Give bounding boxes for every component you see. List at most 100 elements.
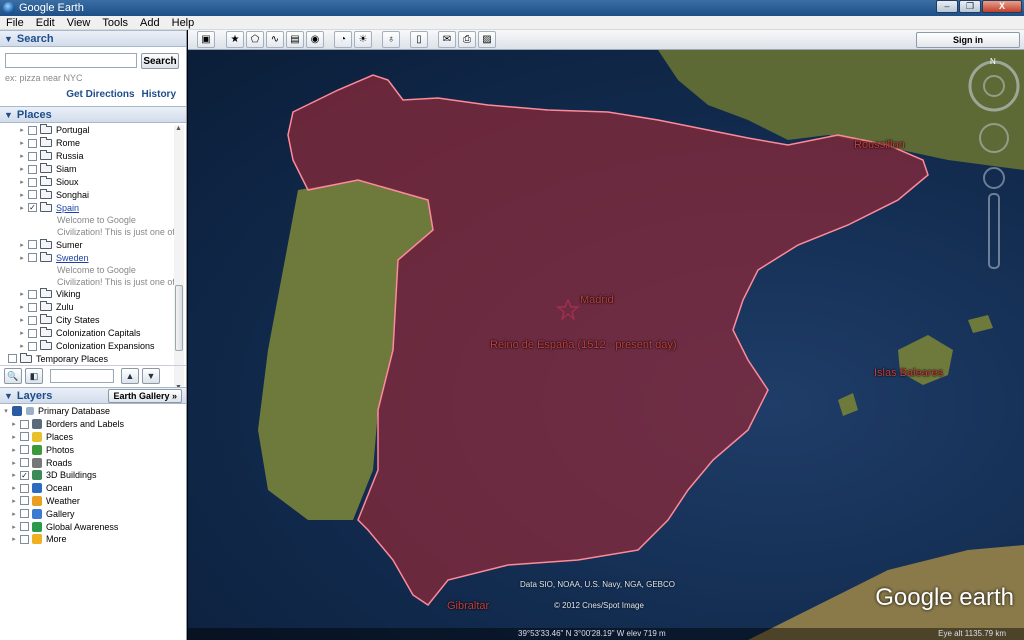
- earth-gallery-button[interactable]: Earth Gallery »: [108, 389, 182, 403]
- expand-icon[interactable]: ▸: [18, 191, 26, 199]
- place-item[interactable]: ▸ Russia: [0, 150, 186, 163]
- sunlight-icon[interactable]: ☀: [354, 31, 372, 48]
- layer-item[interactable]: ▸ Borders and Labels: [0, 418, 186, 431]
- expand-icon[interactable]: ▸: [18, 152, 26, 160]
- place-item[interactable]: ▸ Sioux: [0, 176, 186, 189]
- place-item[interactable]: ▸ ✓ Spain: [0, 201, 186, 214]
- expand-icon[interactable]: ▸: [18, 329, 26, 337]
- expand-icon[interactable]: ▸: [18, 126, 26, 134]
- expand-icon[interactable]: ▸: [10, 497, 18, 505]
- historical-imagery-icon[interactable]: ◔: [334, 31, 352, 48]
- place-item[interactable]: ▸ City States: [0, 314, 186, 327]
- place-item[interactable]: ▸ Sumer: [0, 238, 186, 251]
- temporary-places-label[interactable]: Temporary Places: [36, 354, 108, 364]
- primary-database-row[interactable]: ▾ Primary Database: [0, 405, 186, 418]
- layer-checkbox[interactable]: [20, 445, 29, 455]
- place-item[interactable]: ▸ Sweden: [0, 251, 186, 264]
- place-checkbox[interactable]: [28, 151, 37, 161]
- search-places-icon[interactable]: 🔍: [4, 367, 22, 384]
- expand-icon[interactable]: ▸: [18, 342, 26, 350]
- layer-item[interactable]: ▸ More: [0, 533, 186, 546]
- expand-icon[interactable]: ▸: [18, 254, 26, 262]
- layer-label[interactable]: Places: [46, 432, 73, 442]
- expand-icon[interactable]: ▸: [10, 471, 18, 479]
- place-checkbox[interactable]: [28, 177, 37, 187]
- expand-icon[interactable]: ▸: [18, 241, 26, 249]
- place-item[interactable]: ▸ Viking: [0, 288, 186, 301]
- search-header[interactable]: ▼ Search: [0, 30, 186, 47]
- map-view[interactable]: Madrid Reino de España (1512 - present d…: [188, 50, 1024, 640]
- place-item[interactable]: ▸ Colonization Expansions: [0, 340, 186, 353]
- layer-item[interactable]: ▸ Places: [0, 431, 186, 444]
- expand-icon[interactable]: ▸: [18, 290, 26, 298]
- layer-label[interactable]: Gallery: [46, 509, 75, 519]
- layer-item[interactable]: ▸ Weather: [0, 495, 186, 508]
- scroll-up-icon[interactable]: ▲: [175, 125, 182, 132]
- layer-item[interactable]: ▸ Photos: [0, 443, 186, 456]
- expand-icon[interactable]: ▸: [10, 433, 18, 441]
- map-label-roussillon[interactable]: Roussillon: [854, 139, 905, 151]
- layer-item[interactable]: ▸ Gallery: [0, 507, 186, 520]
- layer-item[interactable]: ▸ Roads: [0, 456, 186, 469]
- layer-label[interactable]: 3D Buildings: [46, 470, 97, 480]
- layer-label[interactable]: More: [46, 534, 67, 544]
- expand-icon[interactable]: ▸: [18, 303, 26, 311]
- menu-view[interactable]: View: [61, 17, 97, 29]
- layer-label[interactable]: Borders and Labels: [46, 419, 124, 429]
- layer-checkbox[interactable]: [20, 432, 29, 442]
- layer-checkbox[interactable]: [20, 458, 29, 468]
- expand-icon[interactable]: ▸: [18, 204, 26, 212]
- place-checkbox[interactable]: [8, 354, 17, 364]
- place-item[interactable]: ▸ Portugal: [0, 124, 186, 137]
- place-checkbox[interactable]: [28, 253, 37, 263]
- maximize-button[interactable]: ❐: [959, 0, 981, 13]
- get-directions-link[interactable]: Get Directions: [66, 89, 134, 100]
- layer-item[interactable]: ▸ Global Awareness: [0, 520, 186, 533]
- places-filter-input[interactable]: [50, 368, 114, 383]
- scrollbar-thumb[interactable]: [175, 285, 183, 351]
- move-down-icon[interactable]: ▼: [142, 367, 160, 384]
- place-checkbox[interactable]: [28, 315, 37, 325]
- move-up-icon[interactable]: ▲: [121, 367, 139, 384]
- history-link[interactable]: History: [142, 89, 176, 100]
- expand-icon[interactable]: ▸: [10, 484, 18, 492]
- layer-checkbox[interactable]: [20, 496, 29, 506]
- layer-item[interactable]: ▸ Ocean: [0, 482, 186, 495]
- place-label[interactable]: Siam: [56, 164, 77, 174]
- add-polygon-icon[interactable]: ⬠: [246, 31, 264, 48]
- place-label[interactable]: Rome: [56, 138, 80, 148]
- expand-icon[interactable]: ▸: [10, 510, 18, 518]
- layer-item[interactable]: ▸ ✓ 3D Buildings: [0, 469, 186, 482]
- expand-icon[interactable]: ▸: [18, 165, 26, 173]
- layer-checkbox[interactable]: [20, 509, 29, 519]
- menu-edit[interactable]: Edit: [30, 17, 61, 29]
- map-label-baleares[interactable]: Islas Baleares: [874, 367, 943, 379]
- layer-checkbox[interactable]: [20, 483, 29, 493]
- place-checkbox[interactable]: [28, 190, 37, 200]
- email-icon[interactable]: ✉: [438, 31, 456, 48]
- place-checkbox[interactable]: [28, 164, 37, 174]
- menu-file[interactable]: File: [0, 17, 30, 29]
- place-checkbox[interactable]: ✓: [28, 203, 37, 213]
- place-label[interactable]: City States: [56, 315, 100, 325]
- place-label[interactable]: Songhai: [56, 190, 89, 200]
- layer-label[interactable]: Roads: [46, 458, 72, 468]
- map-label-kingdom[interactable]: Reino de España (1512 - present day): [490, 339, 677, 351]
- place-label[interactable]: Colonization Capitals: [56, 328, 141, 338]
- layer-checkbox[interactable]: [20, 534, 29, 544]
- layers-header[interactable]: ▼ Layers Earth Gallery »: [0, 387, 186, 404]
- place-item[interactable]: ▸ Zulu: [0, 301, 186, 314]
- ruler-icon[interactable]: ▯: [410, 31, 428, 48]
- close-button[interactable]: X: [982, 0, 1022, 13]
- layer-checkbox[interactable]: [20, 522, 29, 532]
- place-item[interactable]: ▸ Colonization Capitals: [0, 327, 186, 340]
- place-label[interactable]: Zulu: [56, 302, 74, 312]
- map-label-gibraltar[interactable]: Gibraltar: [447, 600, 489, 612]
- layer-label[interactable]: Ocean: [46, 483, 73, 493]
- place-label[interactable]: Sweden: [56, 253, 89, 263]
- record-tour-icon[interactable]: ◉: [306, 31, 324, 48]
- place-checkbox[interactable]: [28, 341, 37, 351]
- sign-in-button[interactable]: Sign in: [916, 32, 1020, 48]
- place-checkbox[interactable]: [28, 328, 37, 338]
- expand-icon[interactable]: ▸: [10, 420, 18, 428]
